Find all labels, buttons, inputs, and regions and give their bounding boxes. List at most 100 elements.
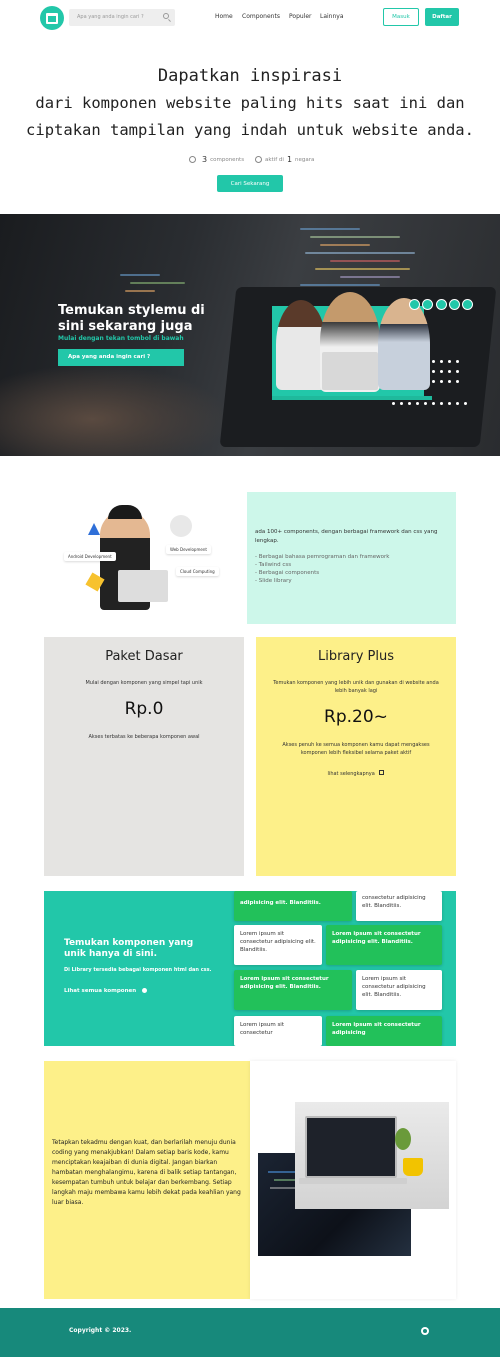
country-stat: aktif di 1 negara <box>255 155 314 164</box>
hero-title-line-3: ciptakan tampilan yang indah untuk websi… <box>26 121 474 139</box>
component-tile[interactable]: Lorem ipsum sit consectetur adipisicing … <box>356 970 442 1010</box>
arrow-right-icon <box>142 988 148 993</box>
nav-home[interactable]: Home <box>215 13 233 20</box>
component-tile[interactable]: Lorem ipsum sit consectetur adipisicing … <box>234 970 352 1010</box>
pattern-dot <box>456 360 459 363</box>
active-count: 1 <box>286 155 293 164</box>
component-tile[interactable]: Lorem ipsum sit consectetur <box>234 1016 322 1046</box>
pricing-card-basic[interactable]: Paket Dasar Mulai dengan komponen yang s… <box>44 637 244 876</box>
chart-icon <box>462 299 473 310</box>
plan-price: Rp.0 <box>124 699 164 719</box>
search-placeholder: Apa yang anda ingin cari ? <box>77 14 144 20</box>
github-icon[interactable] <box>421 1327 429 1335</box>
pattern-dot <box>448 380 451 383</box>
register-button[interactable]: Daftar <box>425 8 459 26</box>
book-icon <box>46 12 58 24</box>
feature-item: - Berbagai bahasa pemrograman dan framew… <box>255 554 390 560</box>
pattern-dot <box>448 402 451 405</box>
view-all-label: Lihat semua komponen <box>64 988 137 994</box>
pattern-dot <box>400 402 403 405</box>
pattern-dot <box>432 370 435 373</box>
pattern-dot <box>464 402 467 405</box>
nav-lainnya[interactable]: Lainnya <box>320 13 344 20</box>
search-now-button[interactable]: Cari Sekarang <box>217 175 283 192</box>
components-showcase: Temukan komponen yang unik hanya di sini… <box>44 891 456 1046</box>
story-panel: Tetapkan tekadmu dengan kuat, dan berlar… <box>44 1061 250 1299</box>
cloud-icon <box>436 299 447 310</box>
site-logo[interactable] <box>40 6 64 30</box>
nav-populer[interactable]: Populer <box>289 13 312 20</box>
plan-note: Akses penuh ke semua komponen kamu dapat… <box>282 742 430 756</box>
feature-item: - Slide library <box>255 578 292 584</box>
copyright: Copyright © 2023. <box>69 1327 132 1334</box>
login-button[interactable]: Masuk <box>383 8 419 26</box>
active-prefix: aktif di <box>265 156 284 163</box>
pattern-dot <box>392 402 395 405</box>
plan-name: Paket Dasar <box>105 649 183 664</box>
component-tile[interactable]: Lorem ipsum sit consectetur adipisicing <box>326 1016 442 1046</box>
components-stat: 3 components <box>189 155 244 164</box>
see-more-label: lihat selengkapnya <box>327 771 375 777</box>
pattern-dot <box>432 360 435 363</box>
nav-components[interactable]: Components <box>242 13 280 20</box>
pattern-dot <box>432 380 435 383</box>
search-icon[interactable] <box>163 13 169 19</box>
component-tile[interactable]: adipisicing elit. Blanditiis. <box>234 891 352 921</box>
pattern-dot <box>432 402 435 405</box>
feature-item: - Berbagai components <box>255 570 320 576</box>
showcase-subtitle: Di Library tersedia bebagai komponen htm… <box>64 967 212 973</box>
pattern-dot <box>424 402 427 405</box>
hero-title-line-1: Dapatkan inspirasi <box>157 66 343 86</box>
feature-item: - Tailwind css <box>255 562 292 568</box>
code-icon <box>409 299 420 310</box>
plan-desc: Temukan komponen yang lebih unik dan gun… <box>273 680 439 694</box>
component-tile[interactable]: Lorem ipsum sit consectetur adipisicing … <box>326 925 442 965</box>
tag-web: Web Development <box>166 545 211 554</box>
active-label: negara <box>295 156 315 163</box>
person-left <box>276 300 326 390</box>
footer: Copyright © 2023. <box>0 1308 500 1357</box>
external-link-icon <box>379 770 385 775</box>
components-label: components <box>210 156 245 163</box>
plan-note: Akses terbatas ke beberapa komponen awal <box>88 734 200 740</box>
users-icon <box>189 156 196 163</box>
plan-price: Rp.20~ <box>324 707 388 727</box>
pattern-dot <box>440 370 443 373</box>
banner-title: Temukan stylemu di sini sekarang juga <box>58 303 205 334</box>
pattern-dot <box>440 402 443 405</box>
pattern-dot <box>448 360 451 363</box>
feature-list: - Berbagai bahasa pemrograman dan framew… <box>255 553 389 585</box>
view-all-link[interactable]: Lihat semua komponen <box>64 988 148 994</box>
see-more-link[interactable]: lihat selengkapnya <box>271 770 441 778</box>
tag-android: Android Development <box>64 552 116 561</box>
pattern-dot <box>416 402 419 405</box>
laptop-held <box>322 352 378 390</box>
person-right <box>378 298 430 390</box>
component-tile[interactable]: Lorem ipsum sit consectetur adipisicing … <box>234 925 322 965</box>
components-count: 3 <box>202 155 208 164</box>
component-tile[interactable]: consectetur adipisicing elit. Blanditiis… <box>356 891 442 921</box>
pattern-dot <box>440 380 443 383</box>
pattern-dot <box>448 370 451 373</box>
search-input[interactable]: Apa yang anda ingin cari ? <box>69 9 175 26</box>
settings-icon <box>449 299 460 310</box>
pattern-dot <box>456 370 459 373</box>
banner-search-button[interactable]: Apa yang anda ingin cari ? <box>58 349 184 366</box>
globe-icon <box>255 156 262 163</box>
plan-desc: Mulai dengan komponen yang simpel tapi u… <box>85 680 203 686</box>
story-text: Tetapkan tekadmu dengan kuat, dan berlar… <box>52 1139 241 1206</box>
pattern-dot <box>456 380 459 383</box>
hero-title-line-2: dari komponen website paling hits saat i… <box>35 94 465 112</box>
pattern-dot <box>440 360 443 363</box>
pricing-card-plus[interactable]: Library Plus Temukan komponen yang lebih… <box>256 637 456 876</box>
pattern-dot <box>456 402 459 405</box>
pattern-dot <box>408 402 411 405</box>
feature-intro: ada 100+ components, dengan berbagai fra… <box>255 529 438 544</box>
feature-card: ada 100+ components, dengan berbagai fra… <box>247 492 456 624</box>
showcase-heading: Temukan komponen yang unik hanya di sini… <box>64 938 194 959</box>
laptop-desk-image <box>295 1102 449 1209</box>
plan-name: Library Plus <box>317 649 395 664</box>
tag-cloud: Cloud Computing <box>176 567 219 576</box>
banner-subtitle: Mulai dengan tekan tombol di bawah <box>58 335 184 342</box>
android-icon <box>422 299 433 310</box>
